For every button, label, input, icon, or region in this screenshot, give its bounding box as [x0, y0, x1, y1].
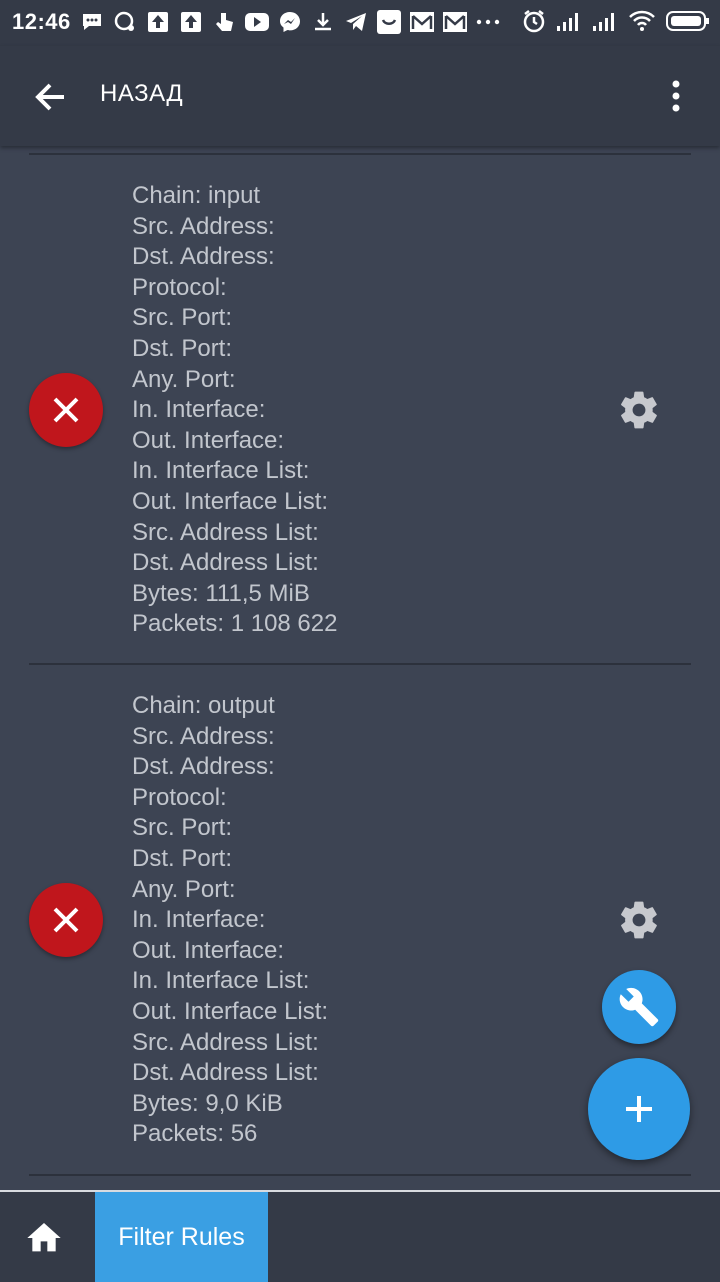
list-item: Chain: input Src. Address: Dst. Address: Pr…: [0, 181, 720, 691]
alarm-icon: [522, 9, 546, 38]
rule-field: Chain: output: [132, 692, 275, 719]
rule-field: Dst. Port:: [132, 844, 233, 872]
filter-rules-list[interactable]: Chain: input Src. Address: Dst. Address: Pr…: [0, 146, 720, 1190]
rule-field: Dst. Address:: [132, 753, 275, 781]
rule-field: Src. Port:: [132, 814, 233, 842]
rule-field: Dst. Address List:: [132, 549, 319, 577]
rule-field: In. Interface List:: [132, 967, 310, 995]
tab-filter-rules[interactable]: Filter Rules: [95, 1192, 268, 1282]
touch-icon: [212, 10, 236, 34]
signal-icon: [556, 10, 582, 37]
youtube-icon: [245, 10, 269, 34]
upload-icon: [146, 10, 170, 34]
rule-details: Chain: input Src. Address: Dst. Address: Pr…: [132, 181, 337, 640]
more-vert-icon: [672, 80, 680, 112]
close-icon: [53, 907, 79, 933]
signal-icon: [592, 10, 618, 37]
gear-icon: [621, 901, 657, 939]
chat-icon: [80, 10, 104, 34]
system-icons: [522, 9, 710, 38]
close-icon: [53, 397, 79, 423]
tools-fab-button[interactable]: [602, 970, 676, 1044]
plus-icon: [626, 1096, 652, 1122]
rule-field: Src. Address List:: [132, 1028, 319, 1056]
rule-field: Src. Address List:: [132, 518, 319, 546]
rule-field: Out. Interface List:: [132, 997, 329, 1025]
arrow-back-icon: [35, 83, 64, 111]
rule-field: Src. Address:: [132, 212, 275, 240]
rule-field: Any. Port:: [132, 365, 236, 393]
rule-field: Dst. Port:: [132, 334, 233, 362]
bottom-nav-bar: Filter Rules: [0, 1190, 720, 1282]
rule-field: Protocol:: [132, 273, 227, 301]
rule-field: In. Interface:: [132, 906, 266, 934]
gear-icon: [621, 391, 657, 429]
rule-details: Chain: output Src. Address: Dst. Address: P…: [132, 691, 328, 1150]
gmail-icon: [410, 10, 434, 34]
rule-field: Packets: 56: [132, 1120, 258, 1148]
rule-field: In. Interface:: [132, 396, 266, 424]
add-rule-fab-button[interactable]: [588, 1058, 690, 1160]
wifi-icon: [628, 10, 656, 37]
app-bar: НАЗАД: [0, 46, 720, 146]
status-bar: 12:46: [0, 0, 720, 46]
battery-icon: [666, 10, 710, 37]
rule-field: Any. Port:: [132, 875, 236, 903]
rule-field: Bytes: 111,5 MiB: [132, 579, 310, 607]
rule-field: Chain: input: [132, 182, 261, 209]
rule-field: Src. Address:: [132, 722, 275, 750]
rule-field: Packets: 1 108 622: [132, 610, 338, 638]
rule-settings-button[interactable]: [617, 898, 661, 942]
telegram-icon: [344, 10, 368, 34]
home-icon: [27, 1223, 61, 1252]
list-divider: [29, 663, 691, 665]
rule-field: Out. Interface List:: [132, 487, 329, 515]
messenger-icon: [278, 10, 302, 34]
page-title[interactable]: НАЗАД: [100, 80, 183, 108]
rule-settings-button[interactable]: [617, 388, 661, 432]
list-divider: [29, 1174, 691, 1176]
download-icon: [311, 10, 335, 34]
upload-icon: [179, 10, 203, 34]
rule-field: Bytes: 9,0 KiB: [132, 1089, 283, 1117]
home-button[interactable]: [24, 1218, 64, 1258]
gmail-icon: [443, 10, 467, 34]
delete-rule-button[interactable]: [29, 883, 103, 957]
wrench-icon: [619, 987, 659, 1027]
rule-field: Dst. Address List:: [132, 1059, 319, 1087]
status-time: 12:46: [12, 9, 71, 34]
delete-rule-button[interactable]: [29, 373, 103, 447]
rule-field: Out. Interface:: [132, 426, 285, 454]
list-divider: [29, 153, 691, 155]
rule-field: Protocol:: [132, 783, 227, 811]
app-icon: [377, 10, 401, 34]
back-button[interactable]: [30, 76, 72, 118]
notification-icons: [80, 10, 500, 34]
rule-field: Dst. Address:: [132, 243, 275, 271]
rule-field: Out. Interface:: [132, 936, 285, 964]
assistant-icon: [113, 10, 137, 34]
overflow-menu-button[interactable]: [660, 76, 692, 118]
more-dots-icon: [476, 10, 500, 34]
rule-field: Src. Port:: [132, 304, 233, 332]
rule-field: In. Interface List:: [132, 457, 310, 485]
